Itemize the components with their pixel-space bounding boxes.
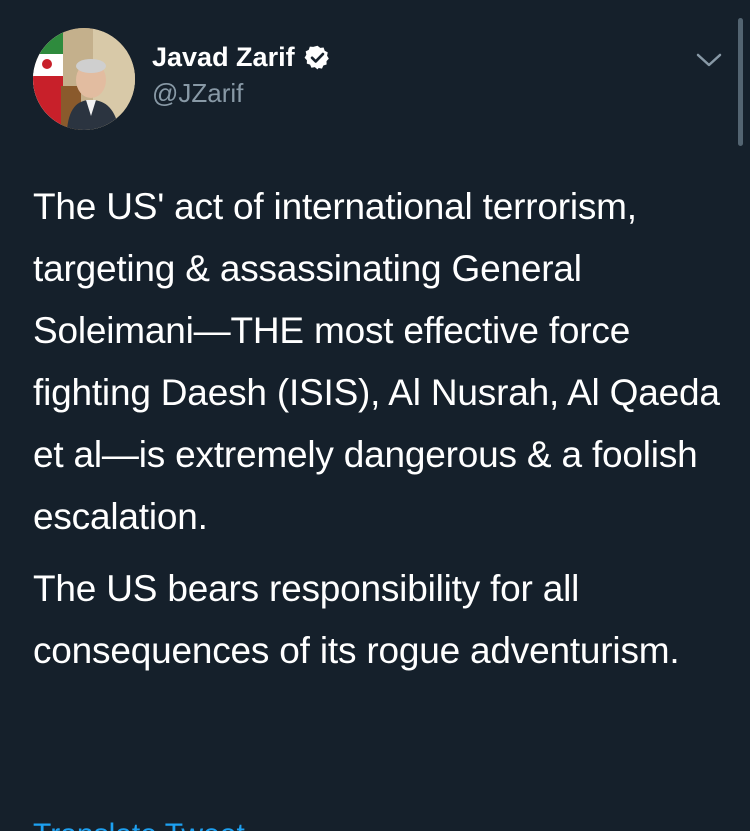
author-handle[interactable]: @JZarif bbox=[152, 78, 243, 109]
verified-badge-icon bbox=[304, 44, 331, 71]
scrollbar[interactable] bbox=[738, 18, 743, 146]
avatar-photo bbox=[33, 28, 135, 130]
author-display-name[interactable]: Javad Zarif bbox=[152, 42, 295, 73]
tweet-screen: Javad Zarif @JZarif The US' act of inter… bbox=[0, 0, 750, 831]
tweet-paragraph: The US bears responsibility for all cons… bbox=[33, 568, 680, 671]
tweet-text: The US' act of international terrorism, … bbox=[33, 176, 733, 682]
author-avatar[interactable] bbox=[33, 28, 135, 130]
chevron-down-icon[interactable] bbox=[693, 46, 725, 74]
translate-tweet-link[interactable]: Translate Tweet bbox=[33, 818, 245, 831]
author-name-row[interactable]: Javad Zarif bbox=[152, 40, 331, 74]
tweet-paragraph: The US' act of international terrorism, … bbox=[33, 186, 720, 537]
